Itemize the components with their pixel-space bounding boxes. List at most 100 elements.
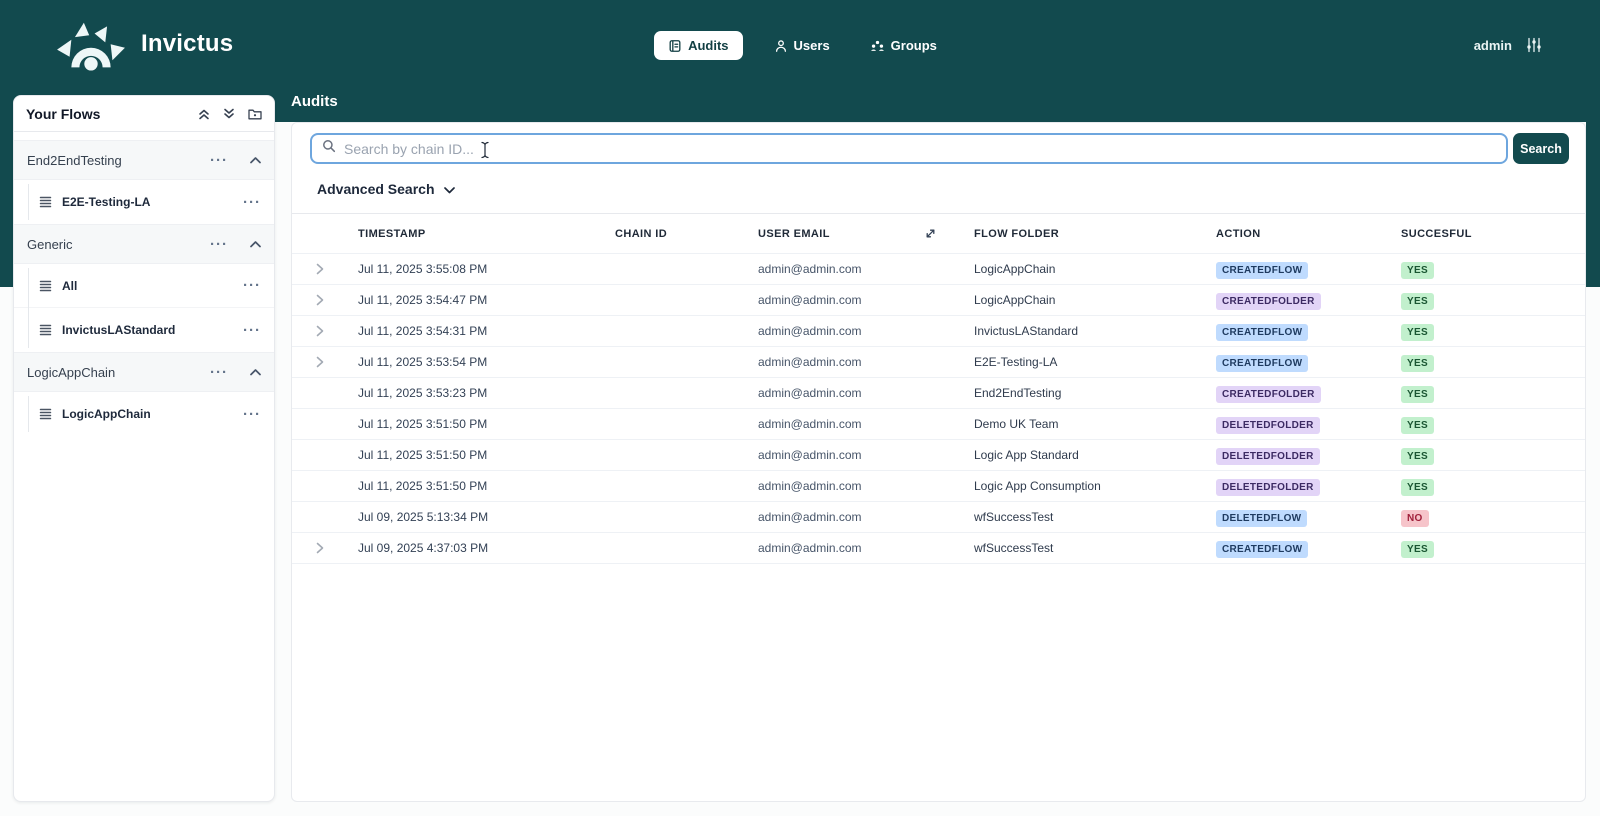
add-folder-icon[interactable] xyxy=(248,108,262,120)
group-menu-icon[interactable]: ··· xyxy=(210,237,228,252)
sidebar-your-flows: Your Flows End2EndTesting ··· E2E-Testin… xyxy=(13,95,275,802)
cell-action: DELETEDFLOW xyxy=(1216,508,1401,527)
audit-row[interactable]: Jul 11, 2025 3:55:08 PM admin@admin.com … xyxy=(292,254,1585,285)
cell-flow-folder: End2EndTesting xyxy=(974,386,1062,400)
item-menu-icon[interactable]: ··· xyxy=(243,323,261,338)
search-input[interactable] xyxy=(344,140,1496,157)
row-expand-chevron-icon[interactable] xyxy=(292,263,358,275)
col-flow-folder[interactable]: FLOW FOLDER xyxy=(974,228,1216,240)
flow-group-header[interactable]: Generic ··· xyxy=(14,224,274,264)
audit-row[interactable]: Jul 09, 2025 5:13:34 PM admin@admin.com … xyxy=(292,502,1585,533)
cell-timestamp: Jul 09, 2025 4:37:03 PM xyxy=(358,541,489,555)
audit-row[interactable]: Jul 11, 2025 3:51:50 PM admin@admin.com … xyxy=(292,471,1585,502)
username[interactable]: admin xyxy=(1474,38,1512,53)
item-menu-icon[interactable]: ··· xyxy=(243,407,261,422)
flow-item[interactable]: InvictusLAStandard ··· xyxy=(14,308,274,352)
chevron-up-icon[interactable] xyxy=(250,368,261,376)
advanced-search-toggle[interactable]: Advanced Search xyxy=(317,181,455,197)
decor-right-strip xyxy=(1586,122,1600,287)
item-menu-icon[interactable]: ··· xyxy=(243,195,261,210)
chevron-down-icon xyxy=(443,181,455,197)
cell-user-email: admin@admin.com xyxy=(758,262,862,276)
sidebar-header: Your Flows xyxy=(14,96,274,132)
cell-action: CREATEDFOLDER xyxy=(1216,384,1401,403)
cell-flow-folder: Logic App Standard xyxy=(974,448,1079,462)
audit-row[interactable]: Jul 11, 2025 3:53:54 PM admin@admin.com … xyxy=(292,347,1585,378)
chevron-up-icon[interactable] xyxy=(250,240,261,248)
action-badge: CREATEDFOLDER xyxy=(1216,292,1321,310)
action-badge: CREATEDFLOW xyxy=(1216,354,1309,372)
search-button[interactable]: Search xyxy=(1513,133,1569,164)
flow-group-header[interactable]: End2EndTesting ··· xyxy=(14,140,274,180)
cell-flow-folder: Demo UK Team xyxy=(974,417,1059,431)
cell-timestamp: Jul 11, 2025 3:53:54 PM xyxy=(358,355,488,369)
nav-tab-audits[interactable]: Audits xyxy=(654,31,743,60)
audit-row[interactable]: Jul 11, 2025 3:54:31 PM admin@admin.com … xyxy=(292,316,1585,347)
group-items: LogicAppChain ··· xyxy=(14,392,274,436)
flow-group: Generic ··· All ··· InvictusLAStandard ·… xyxy=(14,224,274,352)
group-icon xyxy=(870,39,885,53)
search-box[interactable] xyxy=(310,133,1508,164)
row-expand-chevron-icon[interactable] xyxy=(292,356,358,368)
cell-user-email: admin@admin.com xyxy=(758,479,862,493)
col-chain-id[interactable]: CHAIN ID xyxy=(615,228,758,240)
success-badge: YES xyxy=(1401,261,1434,279)
success-badge: YES xyxy=(1401,385,1434,403)
cell-flow-folder: wfSuccessTest xyxy=(974,510,1054,524)
success-badge: YES xyxy=(1401,540,1434,558)
flow-group-label: Generic xyxy=(27,236,73,252)
flow-group-label: End2EndTesting xyxy=(27,152,122,168)
swap-arrows-icon[interactable] xyxy=(925,228,936,239)
cell-succesful: YES xyxy=(1401,384,1585,403)
audit-row[interactable]: Jul 11, 2025 3:51:50 PM admin@admin.com … xyxy=(292,440,1585,471)
nav-label-groups: Groups xyxy=(890,38,937,53)
flow-item[interactable]: LogicAppChain ··· xyxy=(14,392,274,436)
flow-item-label: E2E-Testing-LA xyxy=(62,195,151,209)
action-badge: DELETEDFOLDER xyxy=(1216,416,1320,434)
main-nav: Audits Users Groups xyxy=(0,31,1600,60)
action-badge: DELETEDFLOW xyxy=(1216,509,1308,527)
cell-action: CREATEDFLOW xyxy=(1216,539,1401,558)
success-badge: YES xyxy=(1401,447,1434,465)
nav-label-audits: Audits xyxy=(688,38,729,53)
cell-flow-folder: wfSuccessTest xyxy=(974,541,1054,555)
row-expand-chevron-icon[interactable] xyxy=(292,294,358,306)
nav-tab-users[interactable]: Users xyxy=(765,31,839,60)
audit-row[interactable]: Jul 09, 2025 4:37:03 PM admin@admin.com … xyxy=(292,533,1585,564)
flow-item[interactable]: All ··· xyxy=(14,264,274,308)
flow-item-label: LogicAppChain xyxy=(62,407,151,421)
collapse-all-icon[interactable] xyxy=(198,108,210,120)
col-user-email[interactable]: USER EMAIL xyxy=(758,228,974,240)
col-succesful[interactable]: SUCCESFUL xyxy=(1401,228,1585,240)
col-timestamp[interactable]: TIMESTAMP xyxy=(358,228,615,240)
success-badge: YES xyxy=(1401,354,1434,372)
cell-timestamp: Jul 11, 2025 3:51:50 PM xyxy=(358,448,488,462)
item-menu-icon[interactable]: ··· xyxy=(243,278,261,293)
row-expand-chevron-icon[interactable] xyxy=(292,325,358,337)
action-badge: DELETEDFOLDER xyxy=(1216,478,1320,496)
group-menu-icon[interactable]: ··· xyxy=(210,153,228,168)
audit-row[interactable]: Jul 11, 2025 3:53:23 PM admin@admin.com … xyxy=(292,378,1585,409)
row-expand-chevron-icon[interactable] xyxy=(292,542,358,554)
nav-tab-groups[interactable]: Groups xyxy=(861,31,946,60)
col-action[interactable]: ACTION xyxy=(1216,228,1401,240)
settings-sliders-icon[interactable] xyxy=(1526,37,1542,58)
layers-icon xyxy=(39,324,52,336)
audit-row[interactable]: Jul 11, 2025 3:54:47 PM admin@admin.com … xyxy=(292,285,1585,316)
expand-all-icon[interactable] xyxy=(223,108,235,120)
cell-timestamp: Jul 11, 2025 3:53:23 PM xyxy=(358,386,488,400)
action-badge: DELETEDFOLDER xyxy=(1216,447,1320,465)
group-menu-icon[interactable]: ··· xyxy=(210,365,228,380)
flow-item[interactable]: E2E-Testing-LA ··· xyxy=(14,180,274,224)
audit-row[interactable]: Jul 11, 2025 3:51:50 PM admin@admin.com … xyxy=(292,409,1585,440)
chevron-up-icon[interactable] xyxy=(250,156,261,164)
audit-log-icon xyxy=(668,39,682,53)
flow-group-header[interactable]: LogicAppChain ··· xyxy=(14,352,274,392)
action-badge: CREATEDFOLDER xyxy=(1216,385,1321,403)
action-badge: CREATEDFLOW xyxy=(1216,323,1309,341)
cell-timestamp: Jul 11, 2025 3:51:50 PM xyxy=(358,417,488,431)
cell-flow-folder: Logic App Consumption xyxy=(974,479,1101,493)
cell-action: DELETEDFOLDER xyxy=(1216,415,1401,434)
cell-succesful: NO xyxy=(1401,508,1585,527)
